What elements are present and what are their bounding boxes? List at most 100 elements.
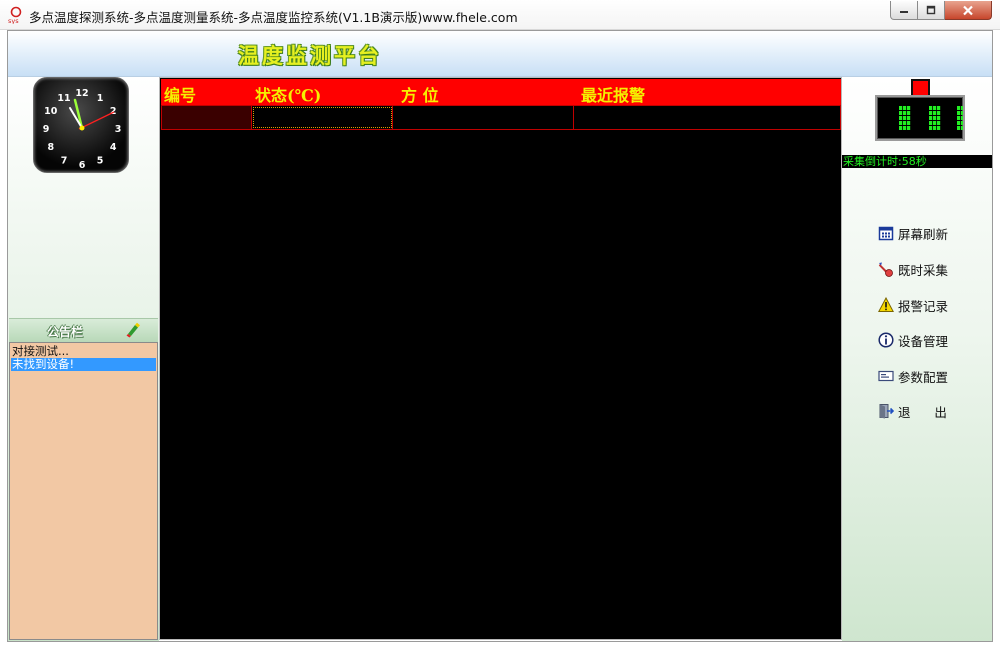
clock-number: 4 bbox=[110, 142, 117, 153]
menu-label-collect: 既时采集 bbox=[898, 262, 949, 278]
led-dot bbox=[937, 106, 941, 110]
led-dot bbox=[937, 116, 941, 120]
led-dot bbox=[933, 121, 937, 125]
led-dot bbox=[903, 106, 907, 110]
led-dot bbox=[961, 111, 963, 115]
card-icon bbox=[878, 370, 894, 382]
screen-refresh-button[interactable]: 屏幕刷新 bbox=[878, 222, 978, 244]
led-dot bbox=[907, 106, 911, 110]
led-dot bbox=[961, 121, 963, 125]
edit-tool-icon bbox=[878, 262, 893, 277]
maximize-button[interactable] bbox=[918, 1, 945, 20]
led-dot bbox=[929, 111, 933, 115]
maximize-icon bbox=[926, 5, 936, 15]
col-header-location: 方 位 bbox=[401, 86, 439, 105]
clock-number: 11 bbox=[57, 93, 70, 104]
menu-label-exit: 退 出 bbox=[898, 404, 947, 420]
calendar-icon bbox=[878, 226, 894, 241]
close-icon bbox=[963, 5, 973, 15]
led-dot bbox=[961, 106, 963, 110]
svg-text:sys: sys bbox=[8, 17, 19, 24]
led-dot bbox=[899, 126, 903, 130]
parameter-config-button[interactable]: 参数配置 bbox=[878, 365, 978, 387]
led-dot bbox=[929, 116, 933, 120]
warning-icon bbox=[878, 297, 894, 312]
led-dot bbox=[961, 116, 963, 120]
app-icon: sys bbox=[8, 6, 22, 24]
led-dot bbox=[907, 126, 911, 130]
right-panel: 采集倒计时:58秒 屏幕刷新 既时采集 报警记录 设备管理 参数配置 退 出 bbox=[842, 77, 992, 641]
led-dot bbox=[961, 126, 963, 130]
led-dot bbox=[929, 126, 933, 130]
led-dot bbox=[937, 126, 941, 130]
led-dot bbox=[899, 111, 903, 115]
led-dot bbox=[933, 116, 937, 120]
col-header-last-alarm: 最近报警 bbox=[581, 86, 646, 105]
clock-number: 10 bbox=[44, 106, 58, 117]
cell-last-alarm[interactable] bbox=[574, 106, 840, 129]
alarm-records-button[interactable]: 报警记录 bbox=[878, 294, 978, 316]
notice-item-1[interactable]: 未找到设备! bbox=[11, 358, 156, 371]
led-dot bbox=[933, 111, 937, 115]
clock-number: 12 bbox=[75, 88, 88, 99]
clock-center bbox=[79, 125, 85, 131]
info-icon bbox=[878, 332, 894, 348]
led-dot bbox=[957, 111, 961, 115]
led-dot bbox=[907, 121, 911, 125]
device-management-button[interactable]: 设备管理 bbox=[878, 329, 978, 351]
led-dot bbox=[899, 116, 903, 120]
notice-list[interactable]: 对接测试... 未找到设备! bbox=[9, 342, 158, 640]
close-button[interactable] bbox=[945, 1, 992, 20]
led-dot bbox=[929, 121, 933, 125]
clock-number: 8 bbox=[47, 142, 54, 153]
menu-label-config: 参数配置 bbox=[898, 369, 949, 385]
collection-countdown: 采集倒计时:58秒 bbox=[842, 155, 992, 168]
app-client-area: 温度监测平台 121234567891011 公告栏 对接测试... 未找到设备… bbox=[7, 30, 993, 642]
col-header-status: 状态(℃) bbox=[255, 86, 322, 105]
led-dot bbox=[957, 121, 961, 125]
temperature-grid[interactable]: 编号 状态(℃) 方 位 最近报警 bbox=[159, 77, 842, 640]
led-dot bbox=[899, 106, 903, 110]
exit-button[interactable]: 退 出 bbox=[878, 400, 978, 422]
col-header-id: 编号 bbox=[164, 86, 197, 105]
clock-second-hand bbox=[78, 111, 115, 130]
table-row[interactable] bbox=[161, 105, 841, 130]
led-dot bbox=[903, 126, 907, 130]
window-title: 多点温度探测系统-多点温度测量系统-多点温度监控系统(V1.1B演示版)www.… bbox=[29, 10, 518, 25]
cell-id[interactable] bbox=[162, 106, 252, 129]
led-dot bbox=[899, 121, 903, 125]
minimize-button[interactable] bbox=[890, 1, 918, 20]
header-banner: 温度监测平台 bbox=[8, 31, 992, 77]
window-titlebar[interactable]: sys 多点温度探测系统-多点温度测量系统-多点温度监控系统(V1.1B演示版)… bbox=[0, 0, 1000, 30]
led-dot bbox=[933, 106, 937, 110]
clock-face: 121234567891011 bbox=[43, 88, 122, 171]
menu-label-devices: 设备管理 bbox=[898, 333, 949, 349]
cell-status[interactable] bbox=[252, 106, 393, 129]
led-dot bbox=[929, 106, 933, 110]
menu-label-refresh: 屏幕刷新 bbox=[898, 226, 949, 242]
led-dot bbox=[907, 111, 911, 115]
clock-number: 6 bbox=[79, 160, 86, 171]
instant-collect-button[interactable]: 既时采集 bbox=[878, 258, 978, 280]
analog-clock: 121234567891011 bbox=[33, 77, 129, 173]
led-dot bbox=[937, 111, 941, 115]
left-panel: 121234567891011 公告栏 对接测试... 未找到设备! bbox=[8, 77, 159, 641]
notice-title: 公告栏 bbox=[47, 325, 84, 339]
clock-number: 5 bbox=[97, 155, 104, 166]
clock-number: 9 bbox=[43, 124, 50, 135]
clock-number: 3 bbox=[115, 124, 122, 135]
led-dot bbox=[907, 116, 911, 120]
clock-number: 1 bbox=[97, 93, 104, 104]
led-dot bbox=[903, 116, 907, 120]
led-dot bbox=[957, 126, 961, 130]
minimize-icon bbox=[900, 11, 908, 13]
notice-header: 公告栏 bbox=[9, 318, 158, 342]
platform-title: 温度监测平台 bbox=[238, 43, 382, 68]
cell-location[interactable] bbox=[393, 106, 574, 129]
grid-header: 编号 状态(℃) 方 位 最近报警 bbox=[161, 79, 841, 105]
led-dot bbox=[933, 126, 937, 130]
led-dot bbox=[903, 111, 907, 115]
eraser-icon[interactable] bbox=[125, 322, 141, 338]
led-dot bbox=[957, 116, 961, 120]
led-dot bbox=[903, 121, 907, 125]
